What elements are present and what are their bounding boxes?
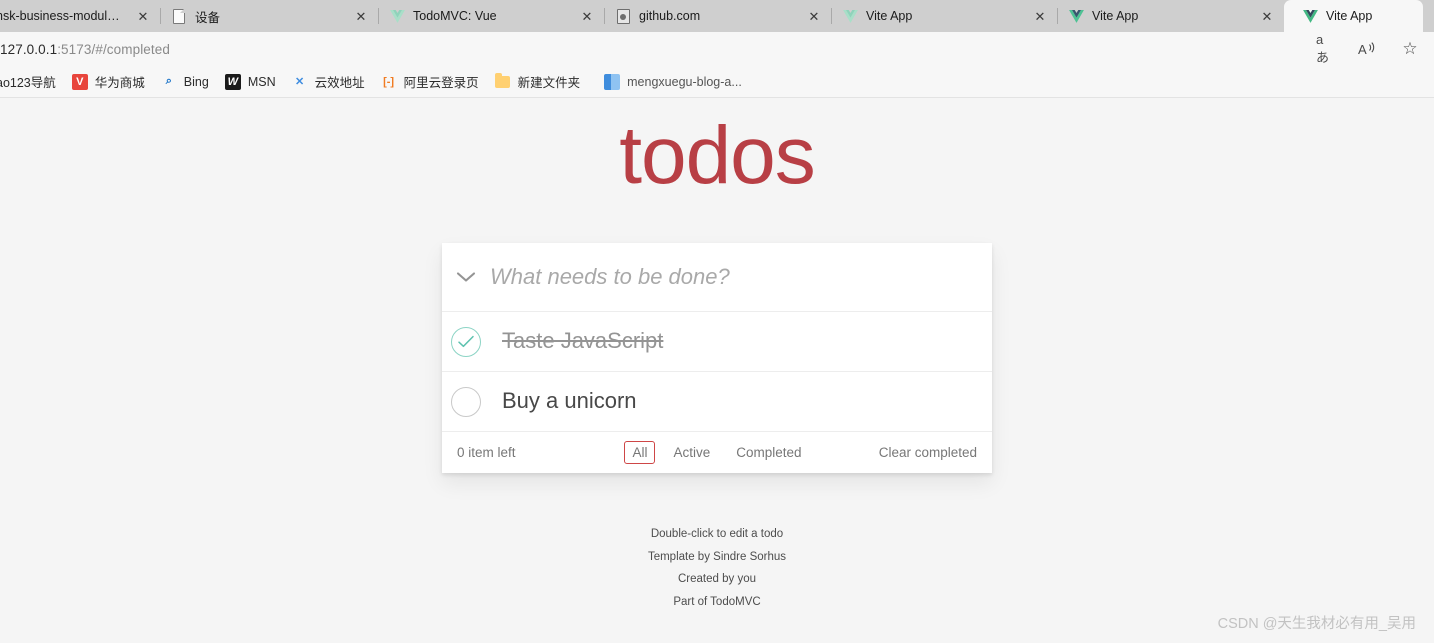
todo-toggle-checkbox[interactable] (442, 326, 490, 357)
new-todo-row (442, 243, 992, 312)
tab-title: 设备 (195, 10, 221, 25)
bookmark-label: 新建文件夹 (517, 76, 581, 90)
vue-icon (842, 8, 858, 24)
tab-title: nsk-business-module #51 (0, 9, 126, 23)
tab-close-icon[interactable]: ✕ (578, 7, 596, 25)
todo-list-item[interactable]: Taste JavaScript (442, 312, 992, 372)
todo-footer: 0 item left All Active Completed Clear c… (442, 432, 992, 473)
x-icon: ✕ (294, 76, 305, 88)
tab-close-icon[interactable]: ✕ (352, 7, 370, 25)
document-icon (171, 8, 187, 24)
address-url[interactable]: 127.0.0.1:5173/#/completed (0, 42, 170, 57)
clear-completed-button[interactable]: Clear completed (879, 445, 977, 460)
check-circle-icon (451, 326, 481, 357)
svg-text:A: A (1358, 42, 1367, 57)
browser-tab-5[interactable]: Vite App ✕ (1058, 0, 1284, 32)
browser-tab-2[interactable]: TodoMVC: Vue ✕ (379, 0, 604, 32)
empty-circle-icon (451, 386, 481, 417)
vue-icon (389, 8, 405, 24)
github-icon (615, 8, 631, 24)
tab-close-icon[interactable]: ✕ (805, 7, 823, 25)
filter-all[interactable]: All (624, 441, 656, 464)
filter-active[interactable]: Active (665, 441, 718, 464)
vue-icon (1068, 8, 1084, 24)
bookmark-label: mengxuegu-blog-a... (627, 74, 742, 89)
translate-icon[interactable]: aあ (1316, 32, 1336, 65)
info-footer: Double-click to edit a todo Template by … (442, 528, 992, 608)
tab-close-icon[interactable]: ✕ (134, 7, 152, 25)
todo-label: Taste JavaScript (502, 328, 664, 354)
page-title: todos (619, 110, 816, 201)
vue-icon (1302, 8, 1318, 24)
page-content: todos Taste JavaScript (0, 99, 1434, 643)
todo-card: Taste JavaScript Buy a unicorn 0 item le… (442, 243, 992, 481)
info-line: Template by Sindre Sorhus (647, 550, 787, 563)
info-line: Created by you (678, 573, 756, 585)
browser-tab-1[interactable]: 设备 ✕ (161, 0, 378, 32)
todo-list-item[interactable]: Buy a unicorn (442, 372, 992, 432)
bookmark-aliyun[interactable]: [-] 阿里云登录页 (373, 70, 487, 94)
address-path: :5173/#/completed (57, 41, 170, 57)
address-bar-actions: aあ A ☆ (1316, 32, 1426, 66)
browser-tab-3[interactable]: github.com ✕ (605, 0, 831, 32)
bookmark-msn[interactable]: W MSN (217, 70, 284, 94)
bookmark-mengxuegu-blog[interactable]: mengxuegu-blog-a... (596, 70, 750, 94)
tab-title: Vite App (1092, 9, 1139, 23)
bookmark-label: MSN (247, 74, 276, 89)
filter-completed[interactable]: Completed (728, 441, 809, 464)
bookmarks-bar: ao123导航 V 华为商城 ⌕ Bing W MSN ✕ 云效地址 [-] 阿… (0, 66, 1434, 98)
browser-tab-4[interactable]: Vite App ✕ (832, 0, 1057, 32)
tab-close-icon[interactable]: ✕ (1031, 7, 1049, 25)
huawei-icon: V (71, 73, 88, 90)
info-line: Part of TodoMVC (673, 595, 761, 608)
bookmark-yunxiao[interactable]: ✕ 云效地址 (284, 70, 373, 94)
new-todo-input[interactable] (490, 264, 992, 290)
todo-toggle-checkbox[interactable] (442, 386, 490, 417)
favorite-star-icon[interactable]: ☆ (1400, 39, 1420, 59)
tab-title: Vite App (866, 9, 913, 23)
tab-title: TodoMVC: Vue (413, 9, 497, 23)
browser-tab-0[interactable]: nsk-business-module #51 ✕ (0, 0, 160, 32)
tab-title: Vite App (1326, 9, 1373, 23)
tab-strip: nsk-business-module #51 ✕ 设备 ✕ TodoMVC: … (0, 0, 1434, 32)
todoapp-wrapper: todos Taste JavaScript (442, 99, 992, 608)
folder-icon (495, 72, 511, 90)
browser-tab-6[interactable]: Vite App (1284, 0, 1423, 32)
bookmark-bing[interactable]: ⌕ Bing (153, 70, 217, 94)
bookmark-new-folder[interactable]: 新建文件夹 (487, 70, 589, 94)
bookmark-label: 阿里云登录页 (403, 76, 479, 90)
tab-close-icon[interactable]: ✕ (1258, 7, 1276, 25)
tab-title: github.com (639, 9, 701, 23)
info-line: Double-click to edit a todo (650, 528, 784, 540)
chevron-down-icon[interactable] (442, 270, 490, 284)
todo-label: Buy a unicorn (502, 388, 637, 414)
bookmark-label: 云效地址 (314, 76, 365, 90)
blue-page-icon (604, 73, 621, 90)
aliyun-icon: [-] (383, 75, 395, 88)
csdn-watermark: CSDN @天生我材必有用_吴用 (1217, 616, 1416, 632)
address-bar[interactable]: 127.0.0.1:5173/#/completed aあ A ☆ (0, 32, 1434, 66)
bookmark-label: Bing (183, 74, 209, 89)
msn-icon: W (224, 73, 241, 90)
todo-count: 0 item left (457, 445, 516, 460)
bookmark-label: 华为商城 (94, 76, 145, 90)
browser-window: nsk-business-module #51 ✕ 设备 ✕ TodoMVC: … (0, 0, 1434, 643)
read-aloud-icon[interactable]: A (1358, 39, 1378, 59)
bing-search-icon: ⌕ (165, 75, 172, 87)
bookmark-label: ao123导航 (0, 76, 56, 90)
address-host: 127.0.0.1 (0, 41, 58, 57)
bookmark-ao123[interactable]: ao123导航 (0, 70, 64, 94)
bookmark-huawei[interactable]: V 华为商城 (64, 70, 153, 94)
